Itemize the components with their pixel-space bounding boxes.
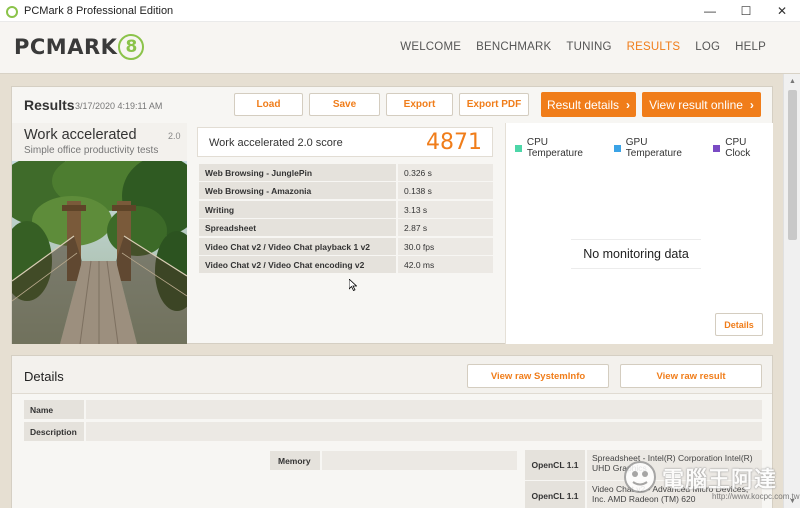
- export-button[interactable]: Export: [386, 93, 453, 116]
- opencl-label: OpenCL 1.1: [525, 450, 585, 480]
- save-button[interactable]: Save: [309, 93, 380, 116]
- nav-welcome[interactable]: WELCOME: [400, 41, 461, 53]
- subtest-row: Spreadsheet 2.87 s: [199, 219, 493, 236]
- legend-swatch: [515, 144, 522, 152]
- legend-item[interactable]: CPU Clock: [713, 137, 773, 159]
- pcmark-app-icon: [6, 5, 18, 18]
- memory-label: Memory: [270, 451, 320, 470]
- test-image: [12, 161, 187, 344]
- load-button[interactable]: Load: [234, 93, 303, 116]
- pcmark-logo: PCMARK 8: [14, 34, 145, 60]
- subtest-value: 0.138 s: [398, 182, 493, 199]
- score-label: Work accelerated 2.0 score: [209, 137, 343, 149]
- watermark-url: http://www.kocpc.com.tw: [712, 492, 800, 501]
- test-name: Work accelerated: [24, 127, 137, 143]
- subtest-row: Video Chat v2 / Video Chat playback 1 v2…: [199, 238, 493, 255]
- result-details-label: Result details: [546, 97, 620, 112]
- test-version: 2.0: [168, 131, 181, 141]
- subtest-name: Writing: [199, 201, 398, 218]
- legend-label: CPU Clock: [725, 137, 751, 159]
- minimize-button[interactable]: —: [692, 0, 728, 22]
- details-header: Details View raw SystemInfo View raw res…: [12, 356, 772, 394]
- subtest-row: Video Chat v2 / Video Chat encoding v2 4…: [199, 256, 493, 273]
- scroll-thumb[interactable]: [788, 90, 797, 240]
- subtest-name: Spreadsheet: [199, 219, 398, 236]
- legend-item[interactable]: GPU Temperature: [613, 137, 704, 159]
- legend-label: GPU Temperature: [625, 137, 682, 159]
- legend-swatch: [613, 144, 621, 152]
- subtest-name: Web Browsing - Amazonia: [199, 182, 398, 199]
- window-titlebar: PCMark 8 Professional Edition — ☐ ✕: [0, 0, 800, 22]
- subtest-row: Web Browsing - JunglePin 0.326 s: [199, 164, 493, 181]
- nav-help[interactable]: HELP: [735, 41, 766, 53]
- legend-label: CPU Temperature: [526, 137, 583, 159]
- result-details-button[interactable]: Result details ›: [541, 92, 636, 117]
- legend-swatch: [713, 144, 721, 152]
- watermark-text: 電腦王阿達: [662, 468, 778, 493]
- main-nav: WELCOME BENCHMARK TUNING RESULTS LOG HEL…: [385, 41, 766, 53]
- monitoring-details-button[interactable]: Details: [715, 313, 763, 336]
- subtest-name: Web Browsing - JunglePin: [199, 164, 398, 181]
- subtest-row: Writing 3.13 s: [199, 201, 493, 218]
- watermark: 電腦王阿達 http://www.kocpc.com.tw: [620, 458, 800, 506]
- watermark-logo-icon: [622, 460, 658, 499]
- score-area: Work accelerated 2.0 score 4871 Web Brow…: [197, 123, 507, 344]
- view-result-online-button[interactable]: View result online ›: [642, 92, 761, 117]
- subtest-value: 2.87 s: [398, 219, 493, 236]
- mouse-cursor-icon: [348, 278, 358, 296]
- nav-tuning[interactable]: TUNING: [566, 41, 611, 53]
- opencl-label: OpenCL 1.1: [525, 481, 585, 508]
- nav-benchmark[interactable]: BENCHMARK: [476, 41, 551, 53]
- chevron-right-icon: ›: [749, 97, 754, 112]
- nav-results[interactable]: RESULTS: [627, 41, 681, 53]
- subtest-name: Video Chat v2 / Video Chat playback 1 v2: [199, 238, 398, 255]
- score-value: 4871: [426, 130, 482, 155]
- description-label: Description: [24, 422, 84, 441]
- name-value: [86, 400, 762, 419]
- vertical-scrollbar[interactable]: ▲ ▼: [783, 74, 800, 508]
- nav-log[interactable]: LOG: [695, 41, 720, 53]
- subtest-value: 0.326 s: [398, 164, 493, 181]
- logo-badge: 8: [118, 34, 145, 60]
- view-raw-systeminfo-button[interactable]: View raw SystemInfo: [467, 364, 609, 388]
- legend-item[interactable]: CPU Temperature: [515, 137, 605, 159]
- view-result-online-label: View result online: [649, 97, 743, 112]
- monitoring-legend: CPU Temperature GPU Temperature CPU Cloc…: [506, 137, 773, 159]
- export-pdf-button[interactable]: Export PDF: [459, 93, 529, 116]
- no-monitoring-data: No monitoring data: [571, 239, 701, 269]
- monitoring-area: CPU Temperature GPU Temperature CPU Cloc…: [505, 123, 773, 344]
- subtest-row: Web Browsing - Amazonia 0.138 s: [199, 182, 493, 199]
- memory-value: [322, 451, 517, 470]
- test-card: Work accelerated 2.0 Simple office produ…: [12, 123, 187, 344]
- chevron-right-icon: ›: [626, 97, 631, 112]
- subtest-value: 30.0 fps: [398, 238, 493, 255]
- app-header: PCMARK 8 WELCOME BENCHMARK TUNING RESULT…: [0, 22, 800, 74]
- logo-text: PCMARK: [14, 35, 118, 59]
- view-raw-result-button[interactable]: View raw result: [620, 364, 762, 388]
- scroll-up-icon[interactable]: ▲: [784, 74, 800, 88]
- results-date: 3/17/2020 4:19:11 AM: [75, 101, 163, 111]
- subtest-value: 42.0 ms: [398, 256, 493, 273]
- description-value: [86, 422, 762, 441]
- close-button[interactable]: ✕: [764, 0, 800, 22]
- details-title: Details: [24, 369, 64, 384]
- name-label: Name: [24, 400, 84, 419]
- window-title: PCMark 8 Professional Edition: [24, 4, 174, 17]
- results-title: Results: [24, 97, 75, 113]
- score-box: Work accelerated 2.0 score 4871: [197, 127, 493, 157]
- subtest-value: 3.13 s: [398, 201, 493, 218]
- test-description: Simple office productivity tests: [24, 145, 159, 156]
- maximize-button[interactable]: ☐: [728, 0, 764, 22]
- results-panel: Results 3/17/2020 4:19:11 AM Load Save E…: [11, 86, 773, 344]
- subtest-name: Video Chat v2 / Video Chat encoding v2: [199, 256, 398, 273]
